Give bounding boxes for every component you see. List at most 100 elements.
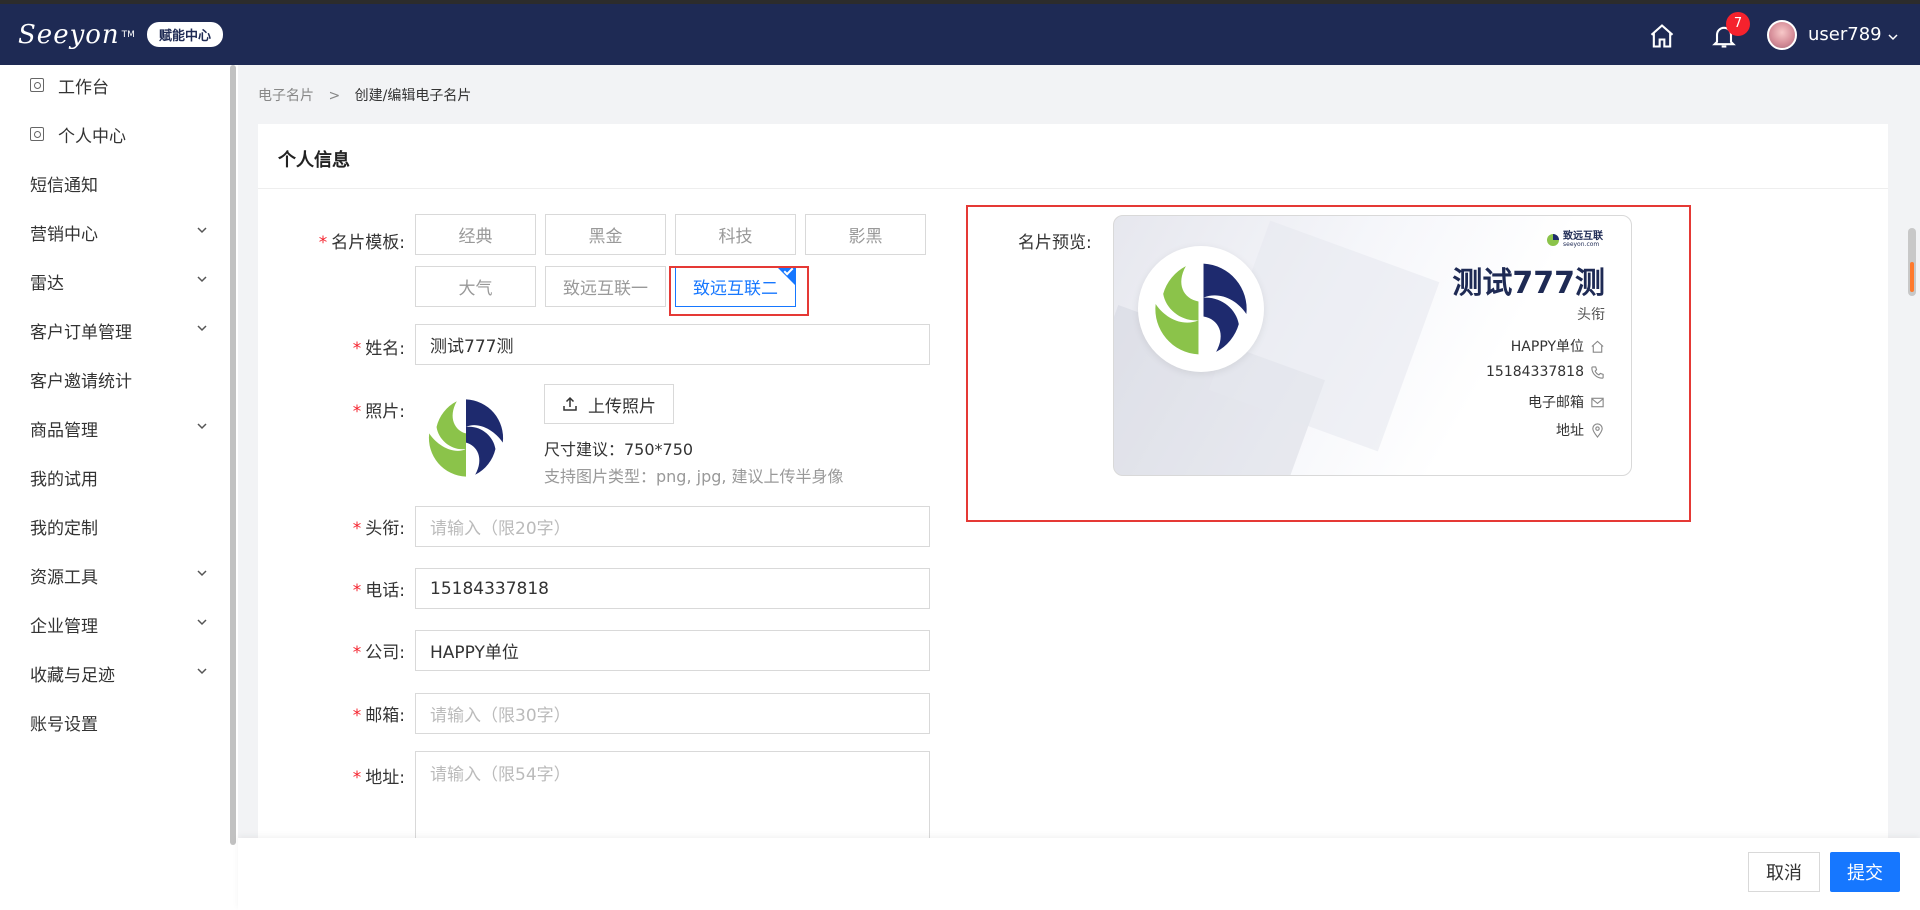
address-textarea[interactable]: 请输入（限54字） — [415, 751, 930, 851]
photo-type-hint: 支持图片类型：png, jpg, 建议上传半身像 — [544, 467, 844, 486]
sidebar-item-label: 个人中心 — [58, 126, 126, 147]
panel-title: 个人信息 — [278, 150, 350, 171]
top-header: Seeyon TM 赋能中心 7 user789 — [0, 0, 1920, 65]
phone-label: * 电话: — [352, 581, 405, 601]
sidebar-item-label: 收藏与足迹 — [30, 665, 115, 686]
phone-icon — [1591, 365, 1604, 379]
template-label: * 名片模板: — [318, 233, 405, 253]
template-option-label: 致远互联一 — [563, 279, 648, 299]
photo-label: * 照片: — [352, 402, 405, 422]
logo[interactable]: Seeyon TM 赋能中心 — [0, 4, 238, 65]
template-option-label: 黑金 — [588, 227, 623, 247]
sidebar-item-label: 客户邀请统计 — [30, 371, 132, 392]
template-option[interactable]: 经典 — [415, 214, 536, 255]
phone-input[interactable]: 15184337818 — [415, 568, 930, 609]
bottom-action-bar — [238, 838, 1920, 910]
page-icon — [30, 78, 44, 92]
card-address-row: 地址 — [1556, 420, 1605, 440]
preview-label: 名片预览: — [1018, 233, 1092, 253]
sidebar-item[interactable]: 个人中心 — [0, 114, 230, 154]
sidebar-item-label: 客户订单管理 — [30, 322, 132, 343]
brand-logo-icon — [1547, 234, 1559, 246]
sidebar-item-label: 营销中心 — [30, 224, 98, 245]
template-option[interactable]: 致远互联一 — [545, 266, 666, 307]
chevron-down-icon — [197, 668, 207, 675]
sidebar-item-label: 账号设置 — [30, 714, 98, 735]
chevron-down-icon[interactable] — [1888, 32, 1898, 42]
sidebar-item-label: 工作台 — [58, 77, 109, 98]
mail-icon — [1591, 397, 1604, 407]
photo-size-hint: 尺寸建议：750*750 — [544, 440, 694, 459]
sidebar-item-label: 短信通知 — [30, 175, 98, 196]
card-title: 头衔 — [1577, 307, 1605, 323]
chevron-down-icon — [197, 325, 207, 332]
sidebar-item-label: 我的定制 — [30, 518, 98, 539]
sidebar-item[interactable]: 客户订单管理 — [0, 310, 230, 350]
card-brand-sub: seeyon.com — [1563, 241, 1600, 248]
home-icon[interactable] — [1648, 22, 1676, 50]
logo-trademark: TM — [121, 29, 135, 40]
submit-button[interactable]: 提交 — [1830, 852, 1900, 892]
home-icon — [1591, 340, 1604, 353]
location-pin-icon — [1592, 422, 1603, 438]
sidebar-item-label: 我的试用 — [30, 469, 98, 490]
main-scrollbar-thumb[interactable] — [1910, 262, 1914, 292]
email-label: * 邮箱: — [352, 706, 405, 726]
card-email-row: 电子邮箱 — [1528, 392, 1605, 412]
template-option[interactable]: 大气 — [415, 266, 536, 307]
sidebar-item[interactable]: 收藏与足迹 — [0, 653, 230, 693]
chevron-down-icon — [197, 619, 207, 626]
card-brand: 致远互联 seeyon.com — [1546, 232, 1603, 248]
notification-count-badge: 7 — [1726, 12, 1750, 36]
template-option-label: 大气 — [458, 279, 493, 299]
selected-template-highlight — [669, 266, 809, 316]
email-input[interactable]: 请输入（限30字） — [415, 693, 930, 734]
sidebar-item[interactable]: 工作台 — [0, 65, 230, 105]
logo-text: Seeyon — [18, 19, 120, 50]
name-label: * 姓名: — [352, 339, 405, 359]
card-logo-icon — [1155, 263, 1247, 355]
chevron-down-icon — [197, 570, 207, 577]
sidebar-item[interactable]: 营销中心 — [0, 212, 230, 252]
name-input[interactable]: 测试777测 — [415, 324, 930, 365]
sidebar-scrollbar[interactable] — [230, 65, 236, 845]
sidebar-item[interactable]: 我的试用 — [0, 457, 230, 497]
username[interactable]: user789 — [1808, 24, 1882, 45]
template-option[interactable]: 影黑 — [805, 214, 926, 255]
title-input[interactable]: 请输入（限20字） — [415, 506, 930, 547]
sidebar-item[interactable]: 短信通知 — [0, 163, 230, 203]
sidebar-item[interactable]: 雷达 — [0, 261, 230, 301]
address-label: * 地址: — [352, 768, 405, 788]
sidebar-item[interactable]: 我的定制 — [0, 506, 230, 546]
company-label: * 公司: — [352, 643, 405, 663]
card-company-row: HAPPY单位 — [1511, 336, 1605, 356]
chevron-down-icon — [197, 276, 207, 283]
template-option-label: 影黑 — [848, 227, 883, 247]
sidebar-item[interactable]: 账号设置 — [0, 702, 230, 742]
upload-photo-label: 上传照片 — [588, 396, 656, 417]
chevron-down-icon — [197, 227, 207, 234]
panel-header: 个人信息 — [258, 124, 1888, 189]
template-option[interactable]: 黑金 — [545, 214, 666, 255]
cancel-button[interactable]: 取消 — [1748, 852, 1820, 892]
card-photo — [1138, 246, 1264, 372]
template-option[interactable]: 科技 — [675, 214, 796, 255]
sidebar-item[interactable]: 客户邀请统计 — [0, 359, 230, 399]
notification-button[interactable]: 7 — [1710, 12, 1750, 50]
sidebar-item[interactable]: 商品管理 — [0, 408, 230, 448]
template-option-label: 科技 — [718, 227, 753, 247]
breadcrumb-parent[interactable]: 电子名片 — [258, 88, 314, 104]
card-phone-row: 15184337818 — [1486, 364, 1605, 380]
upload-photo-button[interactable]: 上传照片 — [544, 384, 674, 424]
sidebar-item[interactable]: 企业管理 — [0, 604, 230, 644]
title-label: * 头衔: — [352, 519, 405, 539]
sidebar-item[interactable]: 资源工具 — [0, 555, 230, 595]
sidebar-item-label: 企业管理 — [30, 616, 98, 637]
card-email: 电子邮箱 — [1528, 395, 1584, 411]
upload-icon — [563, 396, 577, 411]
empower-center-badge[interactable]: 赋能中心 — [146, 22, 223, 47]
company-input[interactable]: HAPPY单位 — [415, 630, 930, 671]
breadcrumb-separator: > — [328, 88, 341, 104]
avatar[interactable] — [1767, 20, 1797, 50]
business-card-preview: 致远互联 seeyon.com 测试777测 头衔 HAPPY单位 151843… — [1113, 215, 1632, 476]
